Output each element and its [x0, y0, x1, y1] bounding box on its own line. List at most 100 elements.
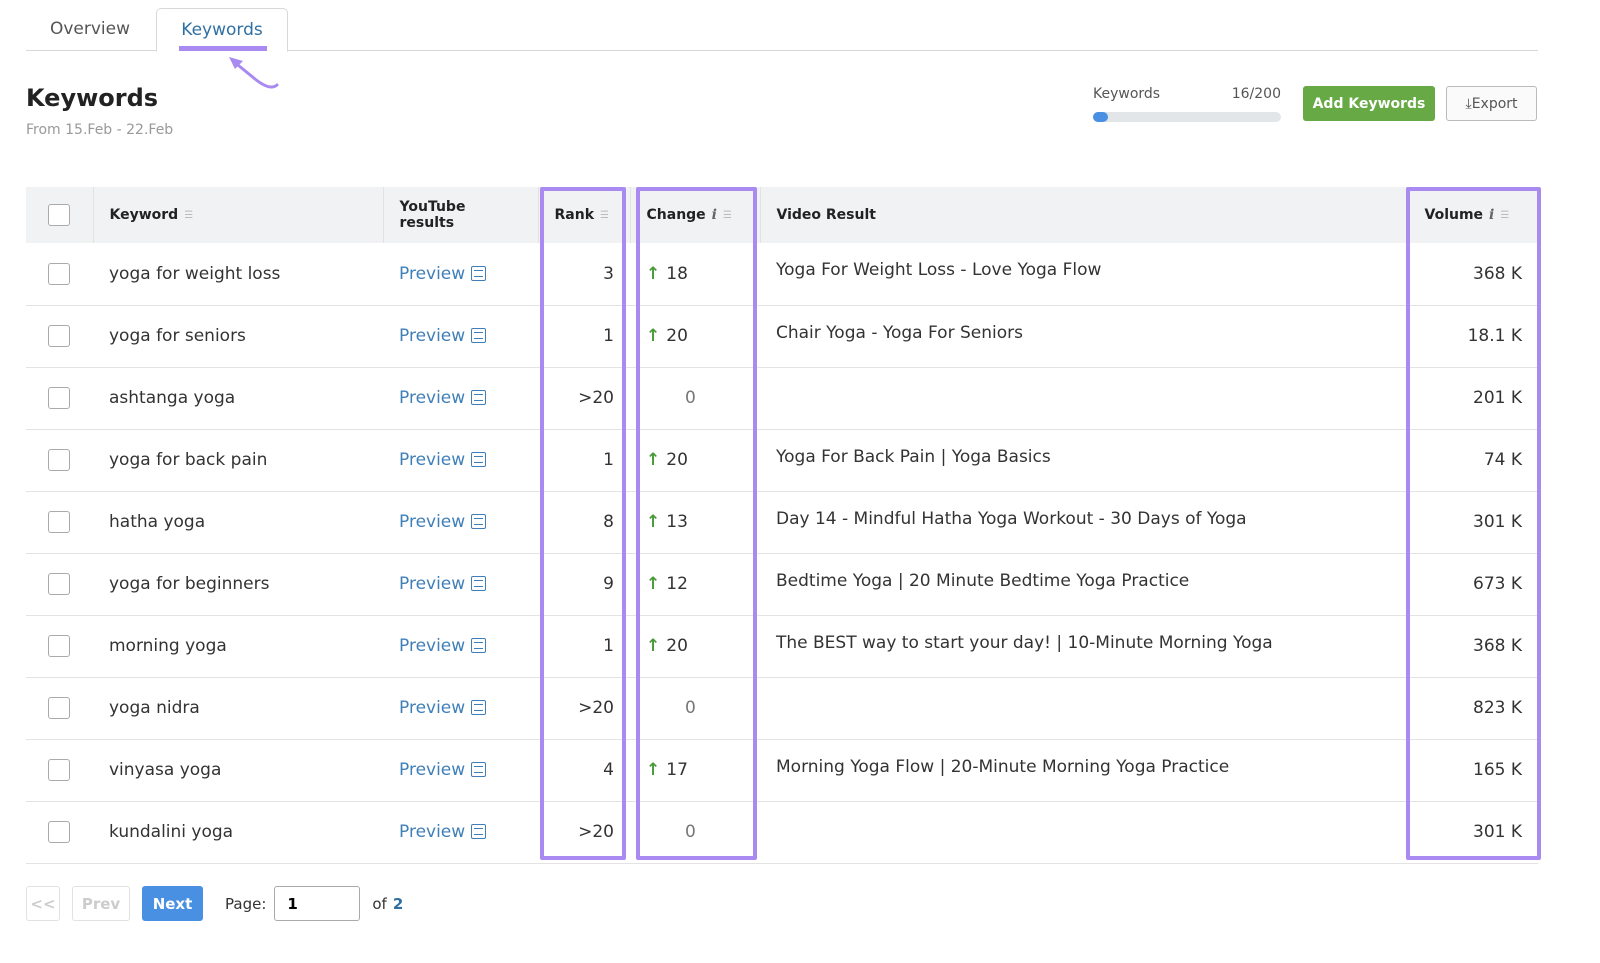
- row-checkbox[interactable]: [48, 697, 70, 719]
- total-pages[interactable]: 2: [393, 895, 403, 913]
- volume: 368 K: [1473, 636, 1522, 656]
- tab-bar: Overview Keywords: [26, 0, 1538, 51]
- info-icon[interactable]: i: [712, 207, 717, 223]
- tab-keywords[interactable]: Keywords: [156, 8, 288, 52]
- keyword: vinyasa yoga: [109, 760, 221, 780]
- preview-link[interactable]: Preview: [399, 326, 465, 346]
- video-result[interactable]: Chair Yoga - Yoga For Seniors: [776, 323, 1023, 343]
- annotation-arrow-icon: [225, 55, 285, 95]
- preview-icon[interactable]: [471, 824, 486, 839]
- preview-icon[interactable]: [471, 576, 486, 591]
- table-row: yoga for beginnersPreview9↑12Bedtime Yog…: [26, 553, 1538, 615]
- keyword: yoga for weight loss: [109, 264, 280, 284]
- video-result[interactable]: Morning Yoga Flow | 20-Minute Morning Yo…: [776, 757, 1229, 777]
- preview-link[interactable]: Preview: [399, 388, 465, 408]
- volume: 165 K: [1473, 760, 1522, 780]
- rank: 3: [603, 264, 614, 284]
- sort-icon[interactable]: ☰: [1500, 210, 1512, 221]
- change: 20: [666, 636, 688, 656]
- row-checkbox[interactable]: [48, 387, 70, 409]
- arrow-up-icon: ↑: [646, 574, 660, 594]
- col-keyword: Keyword: [110, 207, 179, 223]
- preview-icon[interactable]: [471, 390, 486, 405]
- change: 20: [666, 450, 688, 470]
- preview-icon[interactable]: [471, 266, 486, 281]
- add-keywords-button[interactable]: Add Keywords: [1303, 86, 1435, 121]
- info-icon[interactable]: i: [1489, 207, 1494, 223]
- row-checkbox[interactable]: [48, 511, 70, 533]
- row-checkbox[interactable]: [48, 573, 70, 595]
- sort-icon[interactable]: ☰: [600, 210, 612, 221]
- prev-button[interactable]: Prev: [72, 886, 130, 921]
- row-checkbox[interactable]: [48, 635, 70, 657]
- first-page-button[interactable]: <<: [26, 886, 60, 921]
- video-result[interactable]: Day 14 - Mindful Hatha Yoga Workout - 30…: [776, 509, 1247, 529]
- volume: 823 K: [1473, 698, 1522, 718]
- row-checkbox[interactable]: [48, 325, 70, 347]
- tab-overview[interactable]: Overview: [26, 8, 154, 51]
- table-row: yoga for seniors Preview 1 ↑ 20 Chair Yoga - …: [26, 305, 1538, 367]
- volume: 301 K: [1473, 822, 1522, 842]
- table-row: kundalini yogaPreview>200301 K: [26, 801, 1538, 863]
- arrow-up-icon: ↑: [646, 326, 660, 346]
- tab-keywords-label: Keywords: [181, 20, 262, 40]
- volume: 368 K: [1473, 264, 1522, 284]
- keyword: hatha yoga: [109, 512, 205, 532]
- row-checkbox[interactable]: [48, 759, 70, 781]
- export-button[interactable]: ⤓Export: [1446, 86, 1537, 121]
- of-label: of: [372, 895, 386, 913]
- table-row: hatha yogaPreview8↑13Day 14 - Mindful Ha…: [26, 491, 1538, 553]
- col-video: Video Result: [777, 207, 876, 223]
- arrow-up-icon: ↑: [646, 636, 660, 656]
- table-row: yoga for weight lossPreview3↑18Yoga For …: [26, 243, 1538, 305]
- col-change: Change: [647, 207, 706, 223]
- change: 20: [666, 326, 688, 346]
- preview-icon[interactable]: [471, 700, 486, 715]
- change: 0: [685, 698, 696, 718]
- keyword-limit-fill: [1093, 112, 1108, 122]
- sort-icon[interactable]: ☰: [184, 210, 196, 221]
- video-result[interactable]: Yoga For Back Pain | Yoga Basics: [776, 447, 1051, 467]
- preview-icon[interactable]: [471, 762, 486, 777]
- preview-icon[interactable]: [471, 328, 486, 343]
- row-checkbox[interactable]: [48, 263, 70, 285]
- preview-link[interactable]: Preview: [399, 636, 465, 656]
- keyword: ashtanga yoga: [109, 388, 235, 408]
- preview-link[interactable]: Preview: [399, 698, 465, 718]
- preview-icon[interactable]: [471, 638, 486, 653]
- keyword: kundalini yoga: [109, 822, 233, 842]
- preview-link[interactable]: Preview: [399, 760, 465, 780]
- preview-icon[interactable]: [471, 514, 486, 529]
- preview-link[interactable]: Preview: [399, 264, 465, 284]
- change: 18: [666, 264, 688, 284]
- rank: 4: [603, 760, 614, 780]
- preview-link[interactable]: Preview: [399, 450, 465, 470]
- keywords-table: Keyword☰ YouTube results Rank☰ Changei☰ …: [26, 187, 1538, 864]
- sort-icon[interactable]: ☰: [723, 210, 735, 221]
- export-label: Export: [1472, 96, 1518, 112]
- arrow-up-icon: ↑: [646, 450, 660, 470]
- preview-link[interactable]: Preview: [399, 822, 465, 842]
- video-result[interactable]: Yoga For Weight Loss - Love Yoga Flow: [776, 260, 1101, 280]
- page-input[interactable]: [274, 886, 360, 921]
- row-checkbox[interactable]: [48, 449, 70, 471]
- next-button[interactable]: Next: [142, 886, 203, 921]
- rank: 1: [603, 326, 614, 346]
- rank: 8: [603, 512, 614, 532]
- page-title: Keywords: [26, 84, 158, 112]
- video-result[interactable]: The BEST way to start your day! | 10-Min…: [776, 633, 1273, 653]
- pagination: << Prev Next Page: of 2: [26, 886, 403, 921]
- select-all-checkbox[interactable]: [48, 204, 70, 226]
- keyword-limit-label: Keywords: [1093, 86, 1160, 102]
- arrow-up-icon: ↑: [646, 512, 660, 532]
- preview-icon[interactable]: [471, 452, 486, 467]
- keyword: yoga for seniors: [109, 326, 246, 346]
- row-checkbox[interactable]: [48, 821, 70, 843]
- preview-link[interactable]: Preview: [399, 512, 465, 532]
- preview-link[interactable]: Preview: [399, 574, 465, 594]
- keyword-limit-count: 16/200: [1232, 86, 1281, 102]
- video-result[interactable]: Bedtime Yoga | 20 Minute Bedtime Yoga Pr…: [776, 571, 1189, 591]
- volume: 74 K: [1484, 450, 1522, 470]
- keyword: morning yoga: [109, 636, 227, 656]
- change: 12: [666, 574, 688, 594]
